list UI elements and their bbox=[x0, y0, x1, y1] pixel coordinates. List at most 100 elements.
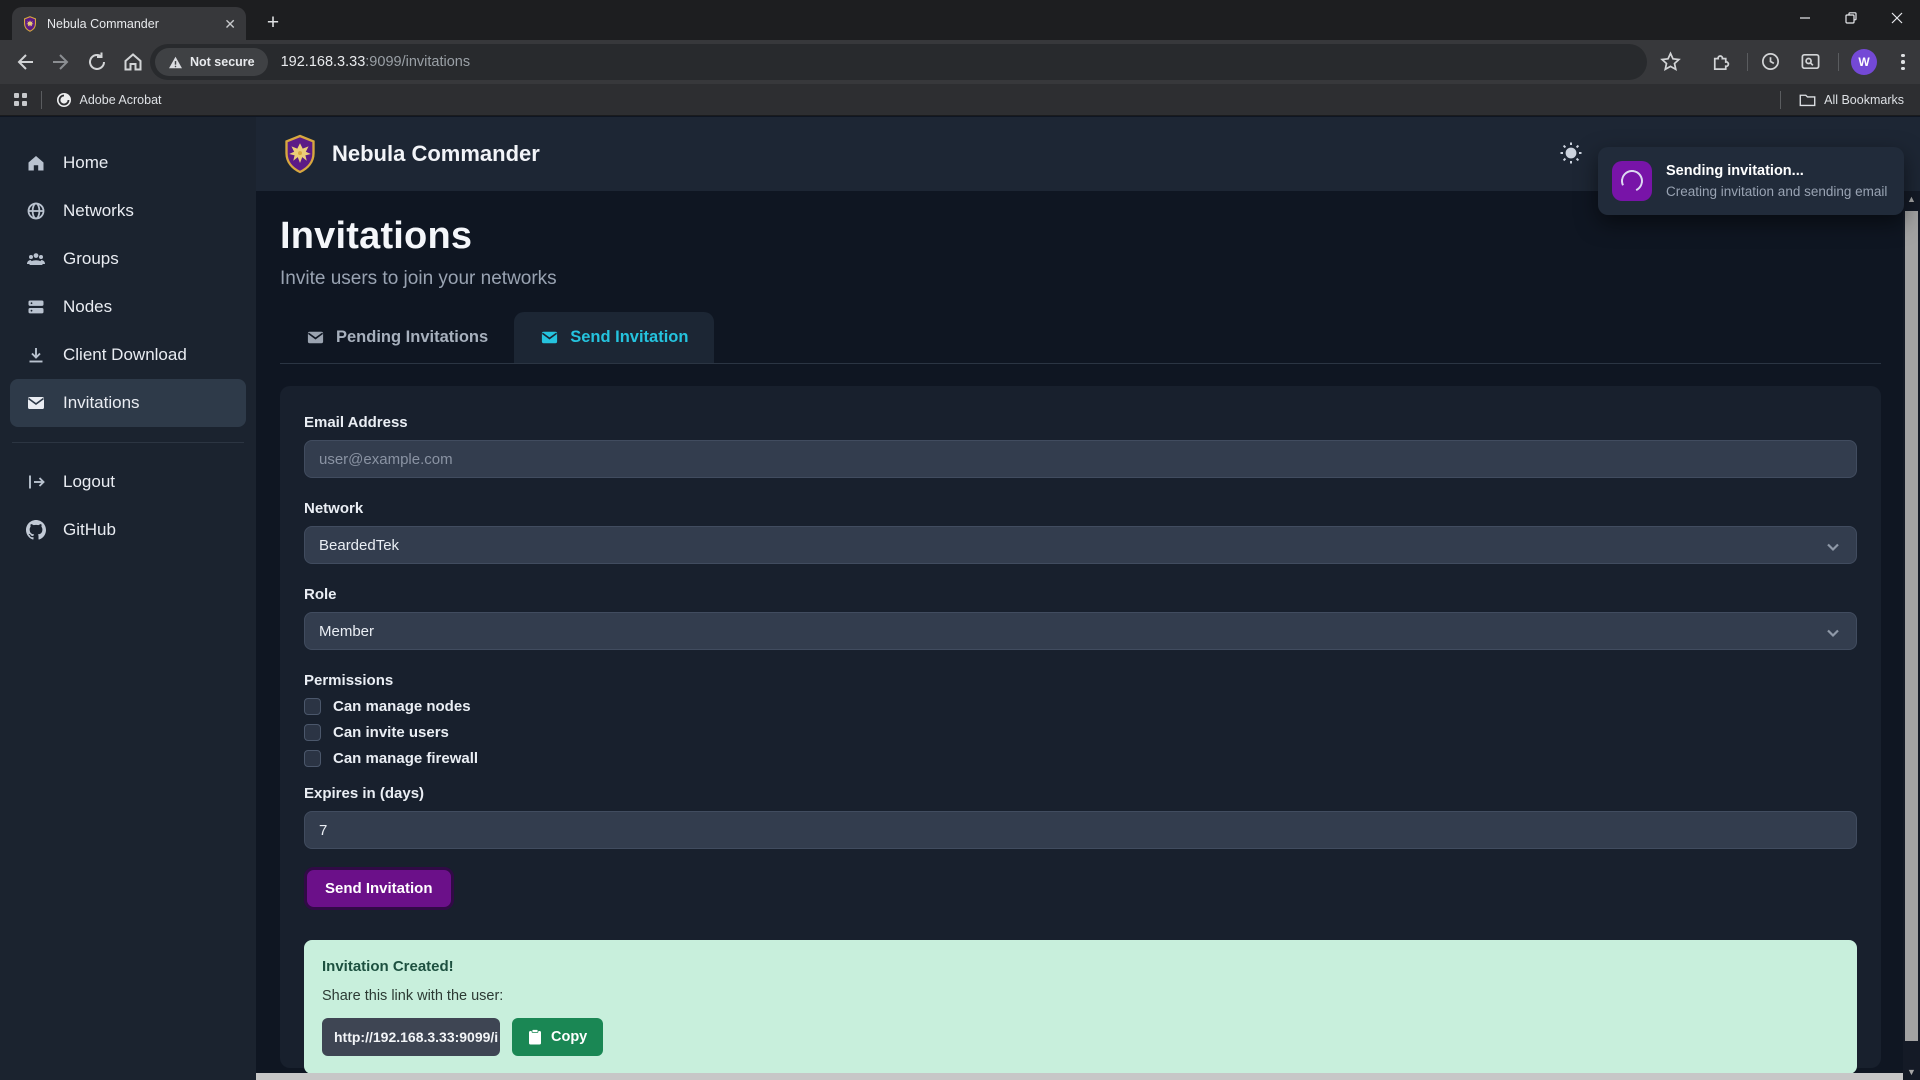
folder-icon bbox=[1799, 92, 1816, 107]
permission-row-manage-nodes: Can manage nodes bbox=[304, 698, 1857, 715]
people-icon bbox=[26, 249, 46, 269]
horizontal-scrollbar[interactable] bbox=[256, 1073, 1903, 1080]
sidebar-item-networks[interactable]: Networks bbox=[10, 187, 246, 235]
not-secure-label: Not secure bbox=[190, 55, 255, 69]
mail-icon bbox=[540, 328, 559, 347]
forward-icon[interactable] bbox=[50, 51, 72, 73]
download-icon bbox=[26, 345, 46, 365]
success-subtitle: Share this link with the user: bbox=[322, 988, 1839, 1004]
bookmark-label: Adobe Acrobat bbox=[80, 93, 162, 107]
tab-pending-invitations[interactable]: Pending Invitations bbox=[280, 312, 514, 363]
toast-notification: Sending invitation... Creating invitatio… bbox=[1598, 147, 1904, 215]
sidebar-item-label: Nodes bbox=[63, 297, 112, 317]
page-title: Invitations bbox=[280, 215, 1903, 258]
network-label: Network bbox=[304, 500, 1857, 517]
sidebar-item-label: Client Download bbox=[63, 345, 187, 365]
checkbox-invite-users[interactable] bbox=[304, 724, 321, 741]
scroll-down-arrow-icon[interactable]: ▼ bbox=[1903, 1064, 1920, 1080]
window-close-button[interactable] bbox=[1874, 0, 1920, 36]
copy-link-button[interactable]: Copy bbox=[512, 1018, 603, 1056]
not-secure-chip[interactable]: Not secure bbox=[155, 48, 268, 76]
sidebar-item-logout[interactable]: Logout bbox=[10, 458, 246, 506]
toolbar-separator bbox=[1747, 53, 1748, 71]
browser-toolbar: Not secure 192.168.3.33:9099/invitations… bbox=[0, 40, 1920, 84]
sidebar-item-invitations[interactable]: Invitations bbox=[10, 379, 246, 427]
server-icon bbox=[26, 297, 46, 317]
toast-message: Creating invitation and sending email bbox=[1666, 184, 1887, 199]
extensions-icon[interactable] bbox=[1710, 51, 1732, 73]
role-select[interactable]: Member bbox=[304, 612, 1857, 650]
tab-title: Nebula Commander bbox=[47, 17, 215, 31]
all-bookmarks[interactable]: All Bookmarks bbox=[1780, 91, 1904, 109]
network-select[interactable]: BeardedTek bbox=[304, 526, 1857, 564]
mail-icon bbox=[26, 393, 46, 413]
vertical-scrollbar[interactable]: ▲ ▼ bbox=[1903, 191, 1920, 1080]
permission-label: Can invite users bbox=[333, 724, 449, 741]
main-content: Invitations Invite users to join your ne… bbox=[256, 191, 1903, 1074]
browser-tab-strip: Nebula Commander ✕ + bbox=[0, 0, 1920, 40]
invitation-created-panel: Invitation Created! Share this link with… bbox=[304, 940, 1857, 1074]
profile-avatar[interactable]: W bbox=[1851, 49, 1877, 75]
permission-label: Can manage nodes bbox=[333, 698, 471, 715]
tab-send-invitation[interactable]: Send Invitation bbox=[514, 312, 714, 363]
side-panel-icon[interactable] bbox=[1800, 51, 1822, 73]
toast-spinner-icon bbox=[1612, 161, 1652, 201]
history-icon[interactable] bbox=[1760, 51, 1782, 73]
permissions-label: Permissions bbox=[304, 672, 1857, 689]
back-icon[interactable] bbox=[14, 51, 36, 73]
role-label: Role bbox=[304, 586, 1857, 603]
sidebar-item-nodes[interactable]: Nodes bbox=[10, 283, 246, 331]
sidebar-item-label: Invitations bbox=[63, 393, 140, 413]
home-icon[interactable] bbox=[122, 51, 144, 73]
checkbox-manage-nodes[interactable] bbox=[304, 698, 321, 715]
window-minimize-button[interactable] bbox=[1782, 0, 1828, 36]
browser-menu-icon[interactable] bbox=[1894, 52, 1912, 72]
sidebar-item-label: Logout bbox=[63, 472, 115, 492]
tab-close-icon[interactable]: ✕ bbox=[224, 17, 236, 31]
bookmark-star-icon[interactable] bbox=[1660, 51, 1682, 73]
sidebar-item-groups[interactable]: Groups bbox=[10, 235, 246, 283]
reload-icon[interactable] bbox=[86, 51, 108, 73]
send-invitation-button[interactable]: Send Invitation bbox=[304, 867, 454, 910]
browser-tab[interactable]: Nebula Commander ✕ bbox=[12, 7, 246, 40]
acrobat-icon bbox=[56, 92, 72, 108]
sidebar-item-github[interactable]: GitHub bbox=[10, 506, 246, 554]
mail-icon bbox=[306, 328, 325, 347]
expires-field[interactable] bbox=[304, 811, 1857, 849]
theme-toggle-sun-icon[interactable] bbox=[1559, 141, 1583, 170]
scrollbar-thumb[interactable] bbox=[1905, 211, 1918, 1041]
invitation-link-field[interactable]: http://192.168.3.33:9099/i bbox=[322, 1018, 500, 1056]
expires-label: Expires in (days) bbox=[304, 785, 1857, 802]
bookmark-adobe-acrobat[interactable]: Adobe Acrobat bbox=[56, 92, 162, 108]
checkbox-manage-firewall[interactable] bbox=[304, 750, 321, 767]
scroll-up-arrow-icon[interactable]: ▲ bbox=[1903, 191, 1920, 207]
email-field[interactable] bbox=[304, 440, 1857, 478]
new-tab-button[interactable]: + bbox=[258, 8, 288, 38]
permission-row-manage-firewall: Can manage firewall bbox=[304, 750, 1857, 767]
sidebar-item-label: Home bbox=[63, 153, 108, 173]
toolbar-separator bbox=[1838, 53, 1839, 71]
bookmarks-separator bbox=[41, 91, 42, 109]
github-icon bbox=[26, 520, 46, 540]
url-host: 192.168.3.33 bbox=[281, 54, 366, 70]
bookmarks-bar: Adobe Acrobat All Bookmarks bbox=[0, 84, 1920, 116]
sidebar-item-home[interactable]: Home bbox=[10, 139, 246, 187]
tab-bar: Pending Invitations Send Invitation bbox=[280, 312, 1881, 364]
globe-icon bbox=[26, 201, 46, 221]
sidebar-item-client-download[interactable]: Client Download bbox=[10, 331, 246, 379]
warning-icon bbox=[168, 56, 183, 69]
url-text[interactable]: 192.168.3.33:9099/invitations bbox=[281, 54, 470, 70]
address-bar[interactable]: Not secure 192.168.3.33:9099/invitations bbox=[150, 44, 1647, 80]
sidebar-item-label: Groups bbox=[63, 249, 119, 269]
apps-grid-icon[interactable] bbox=[14, 93, 27, 106]
sidebar-item-label: Networks bbox=[63, 201, 134, 221]
window-restore-button[interactable] bbox=[1828, 0, 1874, 36]
page-subtitle: Invite users to join your networks bbox=[280, 268, 1903, 290]
chevron-down-icon bbox=[1826, 625, 1840, 642]
sidebar: Home Networks Groups Nodes Client Downlo… bbox=[0, 117, 256, 1080]
home-icon bbox=[26, 153, 46, 173]
email-label: Email Address bbox=[304, 414, 1857, 431]
all-bookmarks-label: All Bookmarks bbox=[1824, 93, 1904, 107]
permission-label: Can manage firewall bbox=[333, 750, 478, 767]
app-viewport: Home Networks Groups Nodes Client Downlo… bbox=[0, 117, 1920, 1080]
